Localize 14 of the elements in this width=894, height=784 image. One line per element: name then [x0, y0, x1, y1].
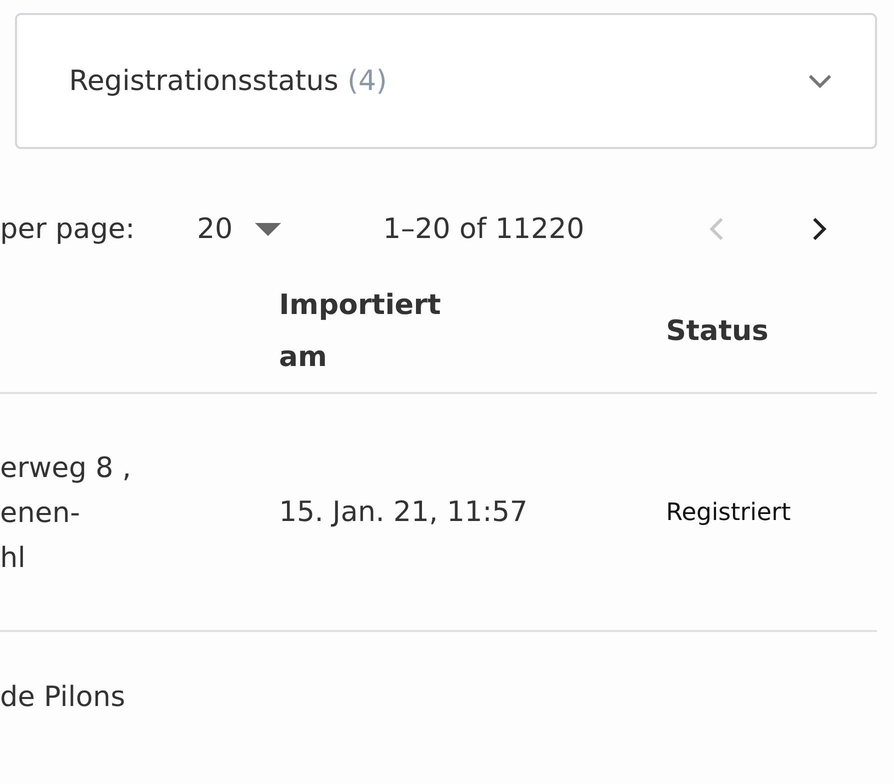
status-filter[interactable]: Registrationsstatus (4) [15, 13, 877, 149]
page-range: 1–20 of 11220 [383, 211, 586, 247]
address-line: de Pilons [0, 679, 126, 715]
address-line: hl [0, 540, 27, 576]
column-header: Status [666, 312, 768, 348]
address-line: enen- [0, 494, 82, 530]
status-text: Registriert [666, 497, 791, 528]
per-page-label: per page: [0, 211, 136, 247]
dropdown-triangle-icon [254, 222, 281, 236]
import-date: 15. Jan. 21, 11:57 [279, 494, 529, 530]
address-line: erweg 8 , [0, 450, 132, 486]
filter-label: Registrationsstatus (4) [69, 63, 388, 99]
per-page-select[interactable]: 20 [197, 208, 383, 250]
column-header: Importiert am [279, 286, 442, 374]
